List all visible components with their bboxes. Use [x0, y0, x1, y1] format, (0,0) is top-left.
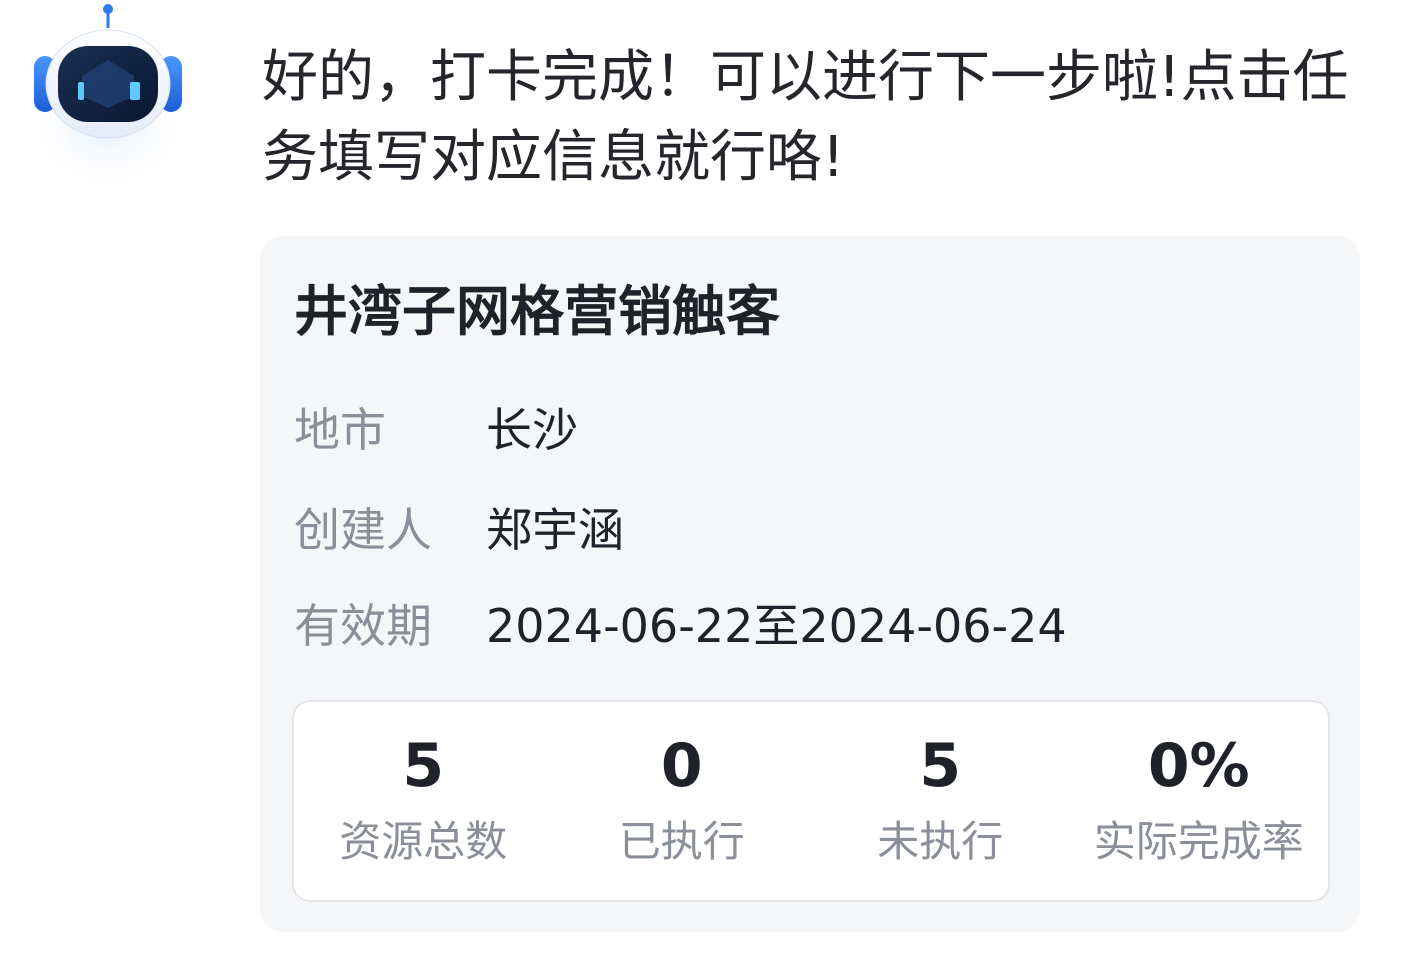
city-value: 长沙 [486, 403, 578, 457]
stat-executed: 0 已执行 [553, 702, 812, 900]
stat-value: 5 [402, 731, 445, 801]
robot-avatar [26, 0, 196, 190]
stats-panel: 5 资源总数 0 已执行 5 未执行 0% 实际完成率 [292, 700, 1330, 902]
period-value: 2024-06-22至2024-06-24 [486, 599, 1067, 653]
stat-value: 0% [1147, 731, 1250, 801]
creator-label: 创建人 [294, 503, 432, 557]
stat-label: 已执行 [618, 817, 745, 866]
stat-label: 未执行 [877, 817, 1004, 866]
assistant-message: 好的，打卡完成！可以进行下一步啦!点击任务填写对应信息就行咯! [262, 45, 1349, 190]
stat-value: 5 [919, 731, 962, 801]
task-title: 井湾子网格营销触客 [294, 280, 780, 343]
stat-label: 实际完成率 [1093, 817, 1304, 866]
stat-total-resources: 5 资源总数 [294, 702, 553, 900]
city-row: 地市 长沙 [294, 400, 578, 460]
task-card[interactable]: 井湾子网格营销触客 地市 长沙 创建人 郑宇涵 有效期 2024-06-22至2… [260, 236, 1360, 932]
creator-row: 创建人 郑宇涵 [294, 500, 624, 560]
stat-label: 资源总数 [339, 817, 508, 866]
stat-not-executed: 5 未执行 [811, 702, 1070, 900]
creator-value: 郑宇涵 [486, 503, 624, 557]
period-label: 有效期 [294, 599, 432, 653]
city-label: 地市 [294, 403, 386, 457]
robot-icon [28, 4, 188, 190]
stat-completion-rate: 0% 实际完成率 [1070, 702, 1329, 900]
stat-value: 0 [660, 731, 703, 801]
period-row: 有效期 2024-06-22至2024-06-24 [294, 596, 1067, 656]
